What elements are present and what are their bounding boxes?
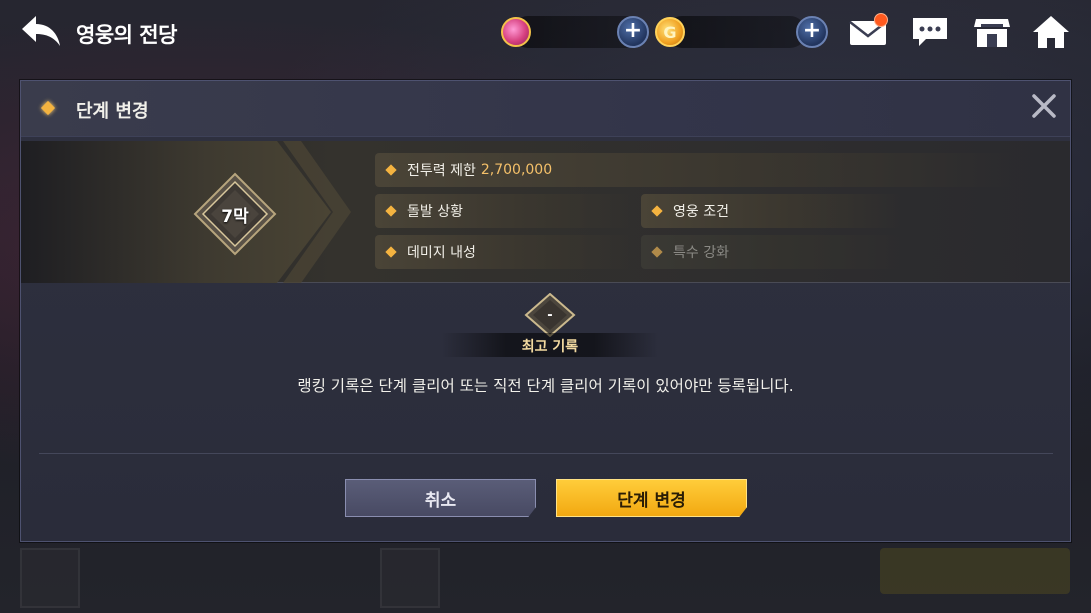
condition-damage-resistance: 데미지 내성 <box>375 235 635 269</box>
header-diamond-icon <box>40 100 56 116</box>
condition-hero-requirement: 영웅 조건 <box>641 194 901 228</box>
dialog-divider <box>39 453 1053 454</box>
condition-diamond-icon <box>385 205 397 217</box>
ranking-notice-text: 랭킹 기록은 단계 클리어 또는 직전 단계 클리어 기록이 있어야만 등록됩니… <box>297 377 794 395</box>
add-gem-button[interactable]: + <box>617 16 649 48</box>
condition-special-enhance: 특수 강화 <box>641 235 901 269</box>
best-record-value: - <box>547 307 553 323</box>
background-button <box>880 548 1070 594</box>
dialog-title: 단계 변경 <box>76 101 149 122</box>
page-title: 영웅의 전당 <box>76 23 177 47</box>
back-button[interactable] <box>18 12 64 52</box>
condition-label: 영웅 조건 <box>673 204 729 220</box>
close-button[interactable] <box>1029 91 1059 121</box>
condition-diamond-icon <box>385 246 397 258</box>
condition-power-limit: 전투력 제한 2,700,000 <box>375 153 1015 187</box>
gold-currency-display <box>666 16 806 48</box>
background-item-slot <box>20 548 80 608</box>
home-icon <box>1033 16 1069 48</box>
condition-label: 전투력 제한 <box>407 163 476 179</box>
condition-label: 데미지 내성 <box>407 245 476 261</box>
condition-diamond-icon <box>651 246 663 258</box>
best-record-label: 최고 기록 <box>521 339 579 355</box>
add-gold-button[interactable]: + <box>796 16 828 48</box>
dialog-header: 단계 변경 <box>21 81 1070 137</box>
condition-label: 특수 강화 <box>673 245 729 261</box>
gold-currency-icon: G <box>655 17 685 47</box>
condition-diamond-icon <box>651 205 663 217</box>
gem-currency-icon <box>501 17 531 47</box>
chat-button[interactable] <box>908 12 952 52</box>
top-bar: 영웅의 전당 + G + <box>0 0 1091 66</box>
cancel-button[interactable]: 취소 <box>345 479 536 517</box>
stage-change-dialog: 단계 변경 7막 전투력 제한 2,700,000 돌발 상황 영웅 조건 데미… <box>20 80 1071 542</box>
home-button[interactable] <box>1029 12 1073 52</box>
close-icon <box>1032 94 1056 118</box>
stage-info-panel: 7막 전투력 제한 2,700,000 돌발 상황 영웅 조건 데미지 내성 특… <box>21 141 1070 283</box>
condition-label: 돌발 상황 <box>407 204 463 220</box>
shop-button[interactable] <box>970 12 1014 52</box>
chat-icon <box>913 18 947 46</box>
back-arrow-icon <box>22 16 60 46</box>
background-item-slot <box>380 548 440 608</box>
condition-diamond-icon <box>385 164 397 176</box>
change-stage-button[interactable]: 단계 변경 <box>556 479 747 517</box>
shop-icon <box>974 19 1010 47</box>
stage-arrow-banner <box>21 141 351 283</box>
power-limit-value: 2,700,000 <box>480 162 553 178</box>
stage-label: 7막 <box>221 206 249 227</box>
condition-sudden-event: 돌발 상황 <box>375 194 635 228</box>
mail-notification-badge <box>874 13 888 27</box>
